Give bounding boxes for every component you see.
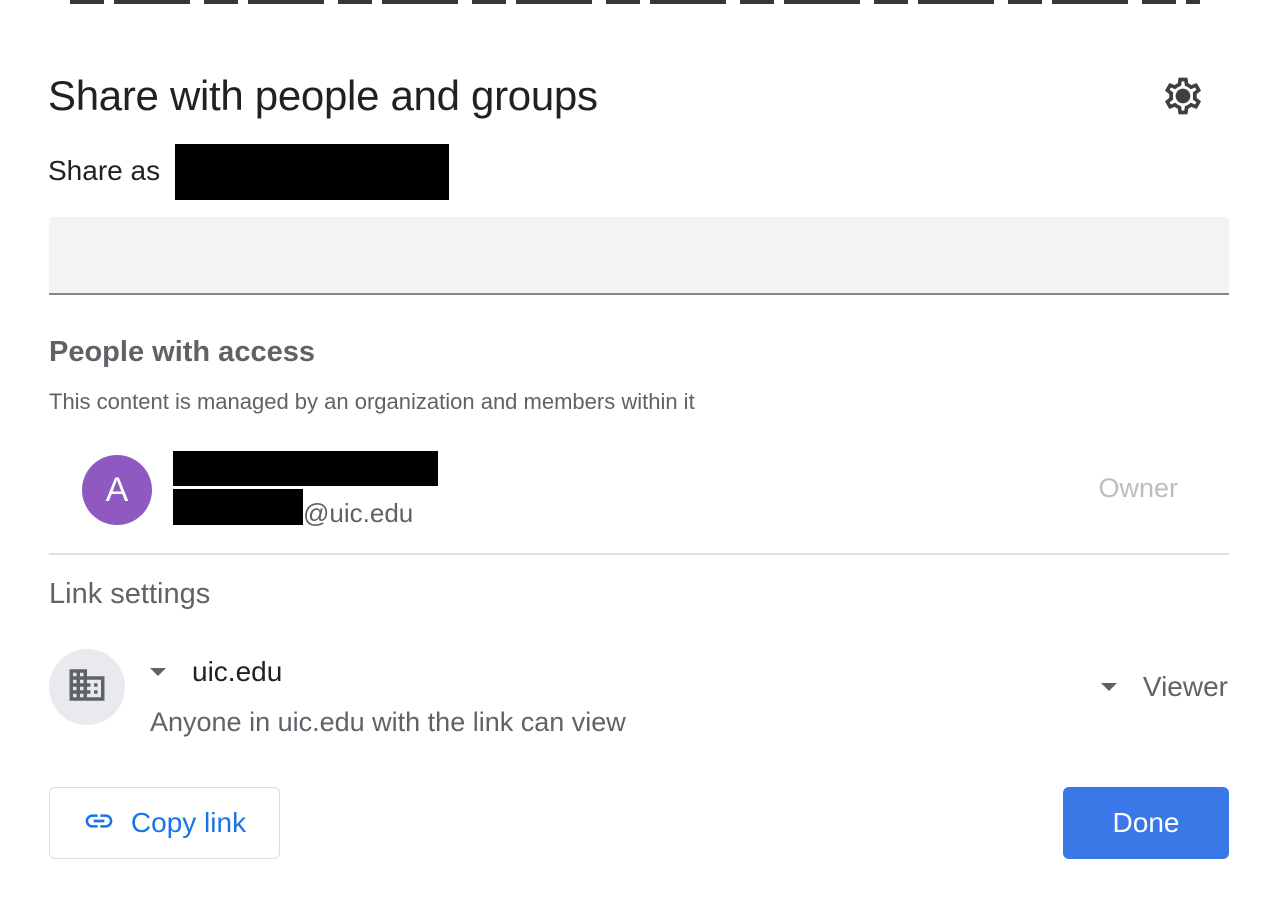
link-scope-dropdown[interactable]: uic.edu xyxy=(150,650,282,694)
caret-down-icon xyxy=(150,668,166,676)
owner-email-domain: @uic.edu xyxy=(303,498,414,528)
copy-link-label: Copy link xyxy=(130,807,247,838)
link-role-dropdown[interactable]: Viewer xyxy=(1100,665,1228,709)
add-people-input[interactable] xyxy=(49,217,1229,295)
owner-role-label: Owner xyxy=(1098,473,1178,503)
sharing-settings-button[interactable] xyxy=(1158,73,1208,123)
done-button[interactable]: Done xyxy=(1063,787,1229,859)
people-with-access-heading: People with access xyxy=(49,336,315,368)
link-settings-heading: Link settings xyxy=(49,578,211,610)
share-as-label: Share as xyxy=(48,155,161,186)
section-divider xyxy=(49,553,1229,555)
share-dialog: Share with people and groups Share as Pe… xyxy=(0,0,1278,907)
share-as-account-redacted xyxy=(175,144,449,200)
copy-link-button[interactable]: Copy link xyxy=(49,787,280,859)
gear-icon xyxy=(1161,74,1205,123)
link-scope-avatar xyxy=(49,649,125,725)
building-icon xyxy=(66,664,108,711)
avatar-initial: A xyxy=(105,470,129,509)
link-role-label: Viewer xyxy=(1142,671,1228,702)
background-text-fragment xyxy=(70,0,1200,4)
link-scope-label: uic.edu xyxy=(192,656,283,687)
background-document-edge xyxy=(0,0,1278,6)
avatar: A xyxy=(82,455,152,525)
managed-content-note: This content is managed by an organizati… xyxy=(49,389,695,414)
caret-down-icon xyxy=(1100,683,1117,691)
owner-email-user-redacted xyxy=(173,489,303,525)
owner-name-redacted xyxy=(173,451,438,486)
dialog-title: Share with people and groups xyxy=(48,72,598,119)
link-scope-description: Anyone in uic.edu with the link can view xyxy=(150,707,626,737)
link-icon xyxy=(83,805,115,842)
